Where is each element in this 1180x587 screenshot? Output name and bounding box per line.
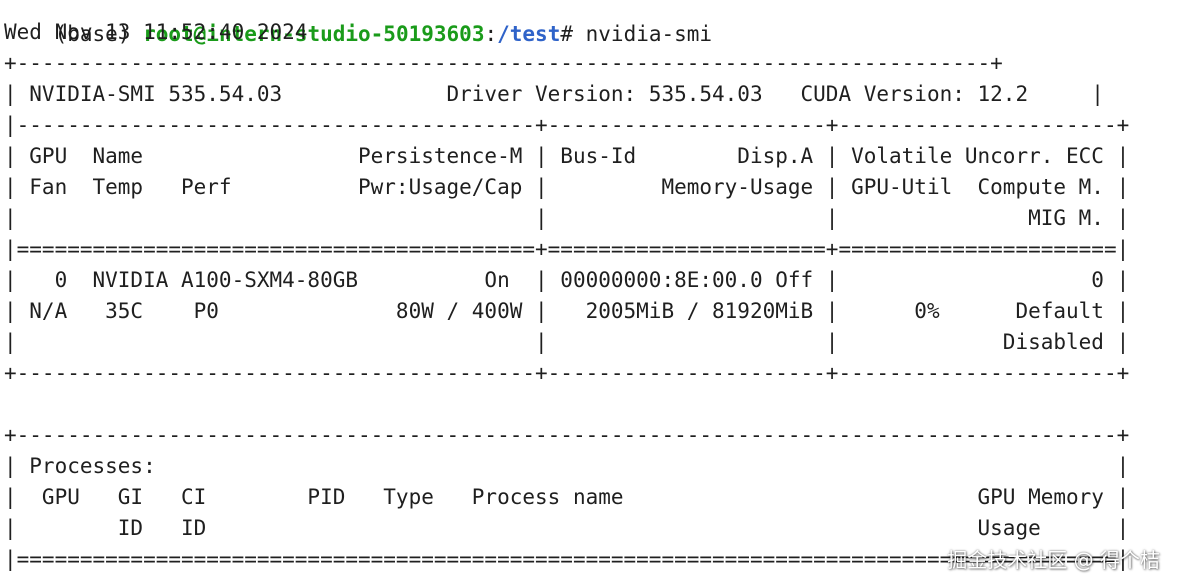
gpu-row-1: | 0 NVIDIA A100-SXM4-80GB On | 00000000:… bbox=[4, 268, 1130, 292]
working-directory: /test bbox=[497, 22, 561, 46]
prompt-separator: : bbox=[484, 22, 498, 46]
terminal-window[interactable]: (base) root@intern-studio-50193603:/test… bbox=[0, 0, 1180, 587]
timestamp-line: Wed Nov 13 11:52:40 2024 bbox=[4, 20, 308, 44]
smi-column-header-1: | GPU Name Persistence-M | Bus-Id Disp.A… bbox=[4, 144, 1130, 168]
smi-border-bottom: +---------------------------------------… bbox=[4, 361, 1130, 385]
gpu-row-3: | | | Disabled | bbox=[4, 330, 1130, 354]
smi-header-versions: | NVIDIA-SMI 535.54.03 Driver Version: 5… bbox=[4, 82, 1104, 106]
proc-column-header-2: | ID ID Usage | bbox=[4, 516, 1130, 540]
proc-border-top: +---------------------------------------… bbox=[4, 423, 1130, 447]
smi-separator: |---------------------------------------… bbox=[4, 113, 1130, 137]
gpu-row-2: | N/A 35C P0 80W / 400W | 2005MiB / 8192… bbox=[4, 299, 1130, 323]
smi-column-header-2: | Fan Temp Perf Pwr:Usage/Cap | Memory-U… bbox=[4, 175, 1130, 199]
proc-title: | Processes: | bbox=[4, 454, 1130, 478]
prompt-symbol: # bbox=[560, 22, 586, 46]
watermark: 掘金技术社区 @ 得个桔 bbox=[947, 548, 1160, 572]
smi-double-separator: |=======================================… bbox=[4, 237, 1130, 261]
smi-column-header-3: | | | MIG M. | bbox=[4, 206, 1130, 230]
command-text: nvidia-smi bbox=[585, 22, 713, 46]
smi-border-top: +---------------------------------------… bbox=[4, 51, 1003, 75]
proc-column-header-1: | GPU GI CI PID Type Process name GPU Me… bbox=[4, 485, 1130, 509]
